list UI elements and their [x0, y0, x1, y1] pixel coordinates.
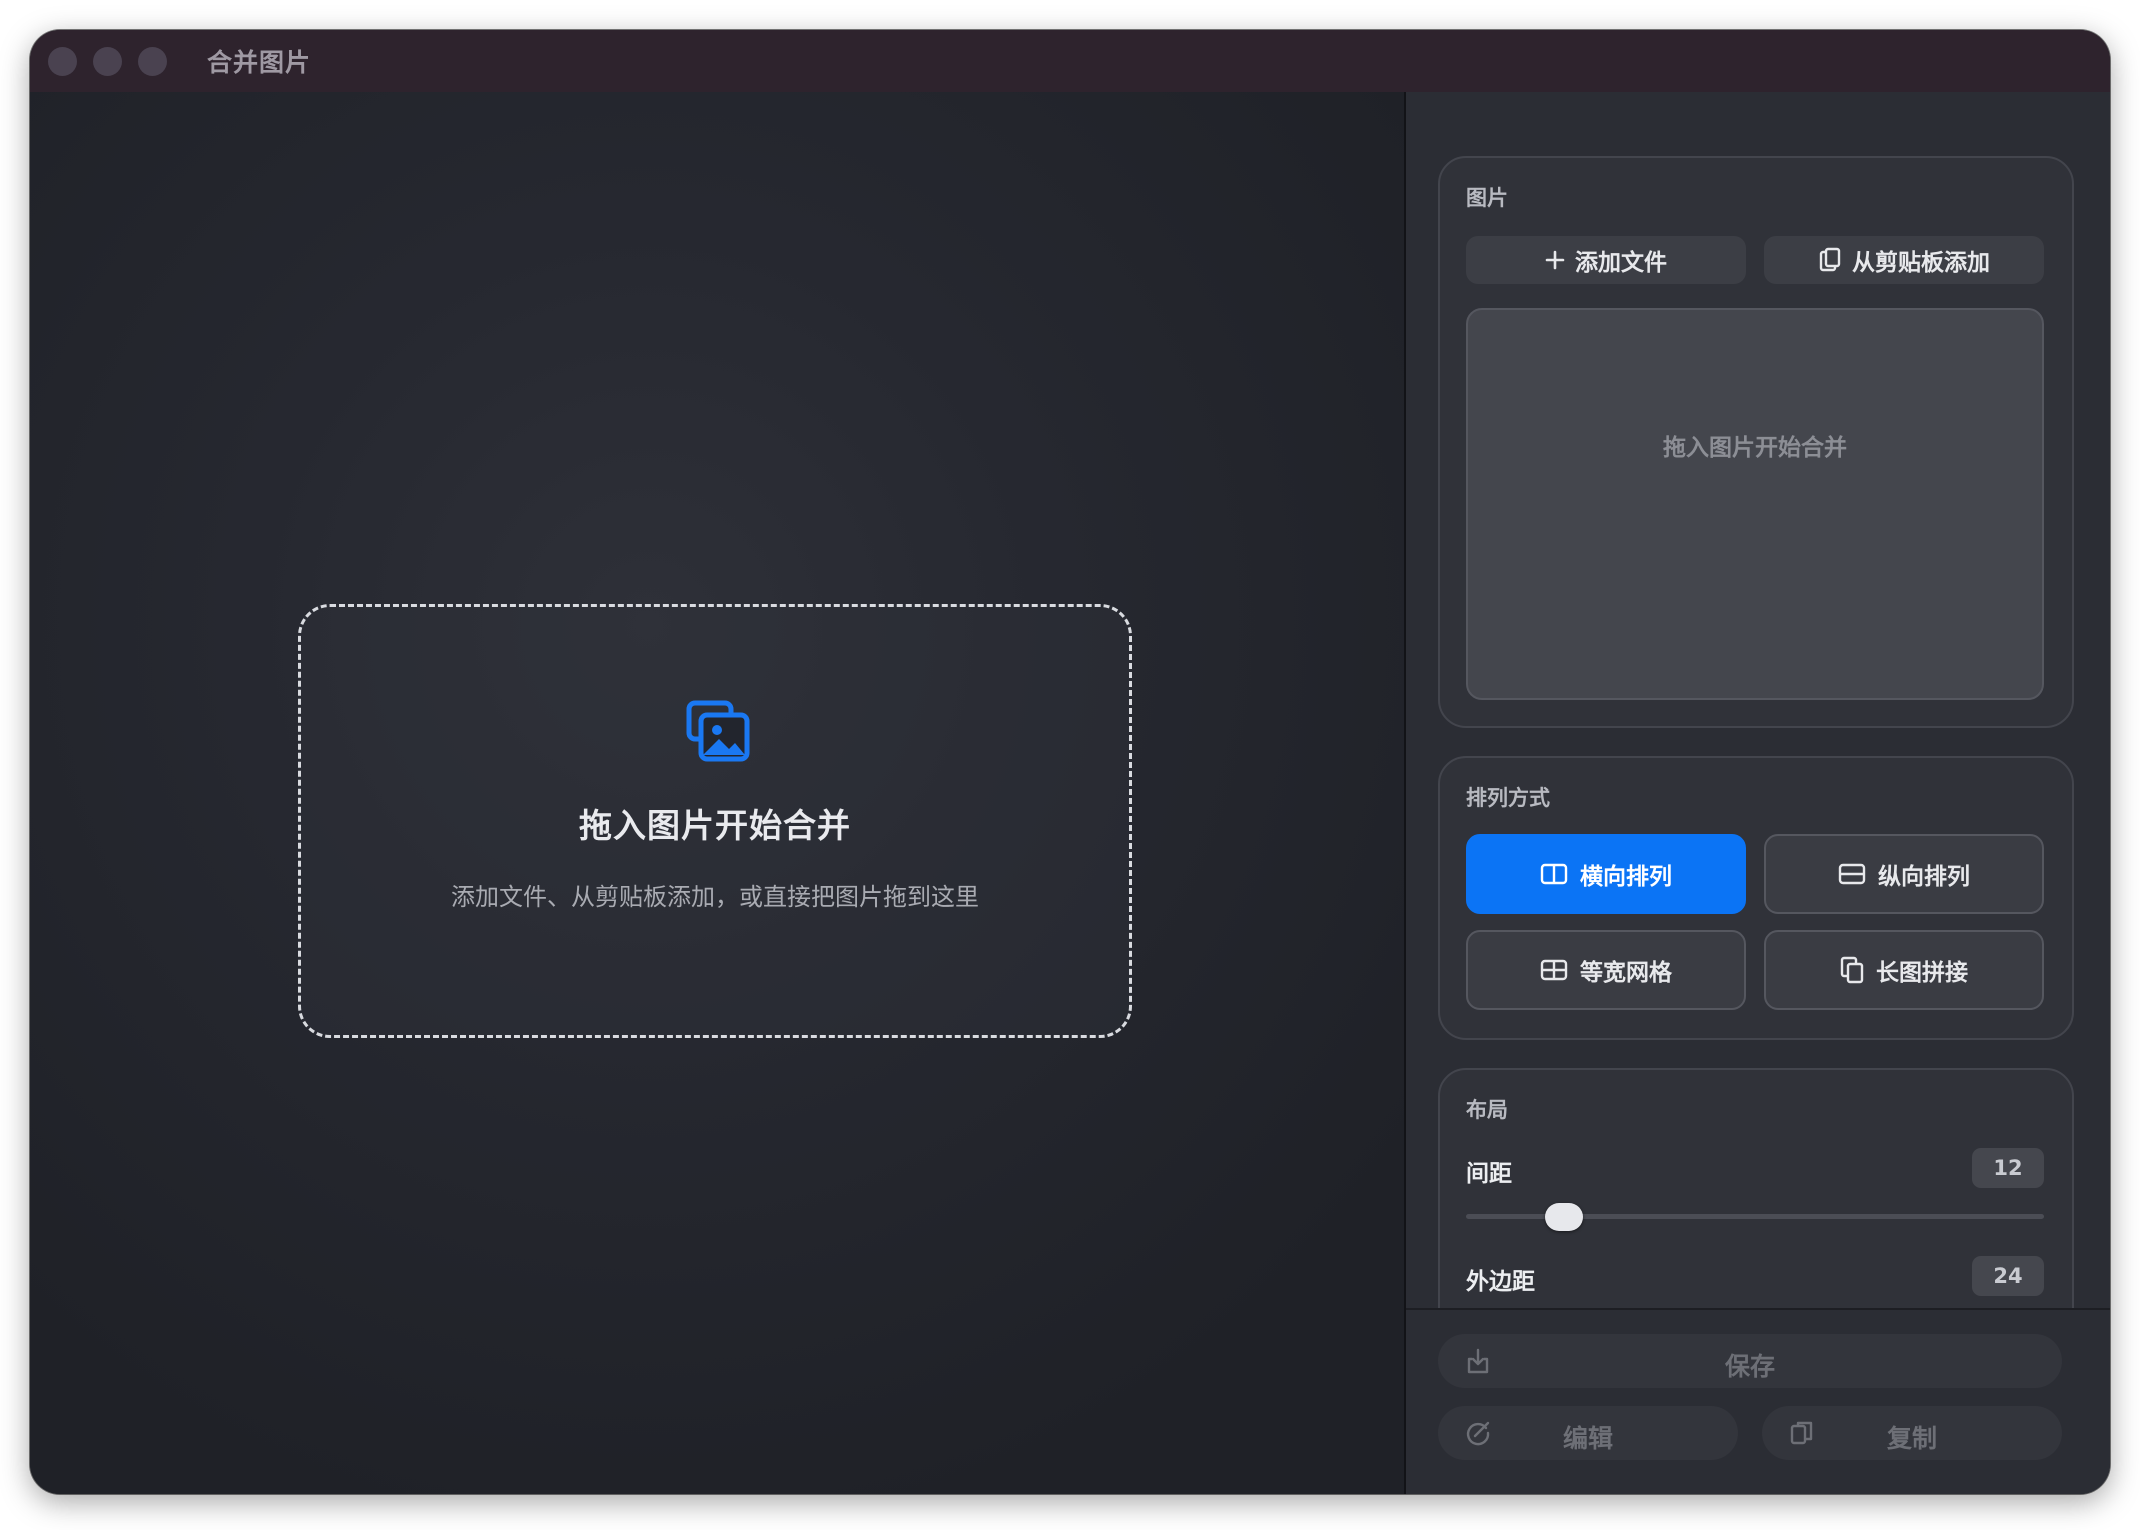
add-file-button[interactable]: 添加文件 — [1466, 236, 1746, 284]
layout-section-label: 布局 — [1466, 1098, 1508, 1122]
arrange-vertical-label: 纵向排列 — [1878, 864, 1970, 890]
paste-from-clipboard-button[interactable]: 从剪贴板添加 — [1764, 236, 2044, 284]
spacing-value[interactable]: 12 — [1972, 1148, 2044, 1188]
drop-zone-subtitle: 添加文件、从剪贴板添加，或直接把图片拖到这里 — [451, 883, 979, 911]
edit-button[interactable]: 编辑 — [1438, 1406, 1738, 1460]
arrange-long-image-option[interactable]: 长图拼接 — [1764, 930, 2044, 1010]
stacked-pages-icon — [1840, 956, 1864, 984]
close-window-button[interactable] — [48, 46, 77, 76]
copy-label: 复制 — [1886, 1424, 1937, 1453]
inspector-sidebar: 图片 添加文件 从剪贴板添加 拖入图片开始合并 排列方式 横向排列 纵向排列 等… — [1406, 92, 2110, 1494]
window-title: 合并图片 — [207, 48, 312, 77]
title-bar: 合并图片 — [30, 30, 2110, 92]
paste-label: 从剪贴板添加 — [1852, 250, 1990, 276]
canvas-area[interactable]: 拖入图片开始合并 添加文件、从剪贴板添加，或直接把图片拖到这里 — [30, 92, 1404, 1494]
copy-button[interactable]: 复制 — [1762, 1406, 2062, 1460]
arrange-grid-label: 等宽网格 — [1580, 960, 1672, 986]
spacing-label: 间距 — [1466, 1161, 1512, 1187]
drop-zone-title: 拖入图片开始合并 — [579, 806, 851, 845]
app-window: 合并图片 拖入图片开始合并 添加文件、从剪贴板添加，或直接把图片拖到这里 图片 … — [30, 30, 2110, 1494]
save-label: 保存 — [1724, 1352, 1775, 1381]
action-bar: 保存 编辑 复制 — [1406, 1308, 2110, 1494]
minimize-window-button[interactable] — [93, 46, 122, 76]
grid-icon — [1540, 959, 1568, 981]
arrange-grid-option[interactable]: 等宽网格 — [1466, 930, 1746, 1010]
rows-icon — [1838, 863, 1866, 885]
spacing-slider-thumb[interactable] — [1545, 1202, 1584, 1231]
image-list-preview[interactable]: 拖入图片开始合并 — [1466, 308, 2044, 700]
arrange-card: 排列方式 横向排列 纵向排列 等宽网格 长图拼接 — [1438, 756, 2074, 1040]
edit-label: 编辑 — [1562, 1424, 1613, 1453]
arrange-vertical-option[interactable]: 纵向排列 — [1764, 834, 2044, 914]
arrange-section-label: 排列方式 — [1466, 786, 1550, 810]
arrange-horizontal-option[interactable]: 横向排列 — [1466, 834, 1746, 914]
arrange-long-image-label: 长图拼接 — [1876, 960, 1968, 986]
images-section-label: 图片 — [1466, 186, 1508, 210]
preview-hint: 拖入图片开始合并 — [1663, 435, 1847, 461]
spacing-slider-track[interactable] — [1466, 1202, 2044, 1231]
margin-value[interactable]: 24 — [1972, 1256, 2044, 1296]
zoom-window-button[interactable] — [138, 46, 167, 76]
arrange-horizontal-label: 横向排列 — [1580, 864, 1672, 890]
columns-icon — [1540, 863, 1568, 885]
clipboard-icon — [1819, 247, 1841, 272]
save-button[interactable]: 保存 — [1438, 1334, 2062, 1388]
window-controls — [48, 46, 167, 76]
photo-stack-icon — [686, 700, 750, 762]
drop-zone[interactable]: 拖入图片开始合并 添加文件、从剪贴板添加，或直接把图片拖到这里 — [298, 604, 1132, 1038]
images-card: 图片 添加文件 从剪贴板添加 拖入图片开始合并 — [1438, 156, 2074, 728]
plus-icon — [1545, 250, 1565, 270]
add-file-label: 添加文件 — [1575, 250, 1667, 276]
margin-label: 外边距 — [1466, 1269, 1535, 1295]
